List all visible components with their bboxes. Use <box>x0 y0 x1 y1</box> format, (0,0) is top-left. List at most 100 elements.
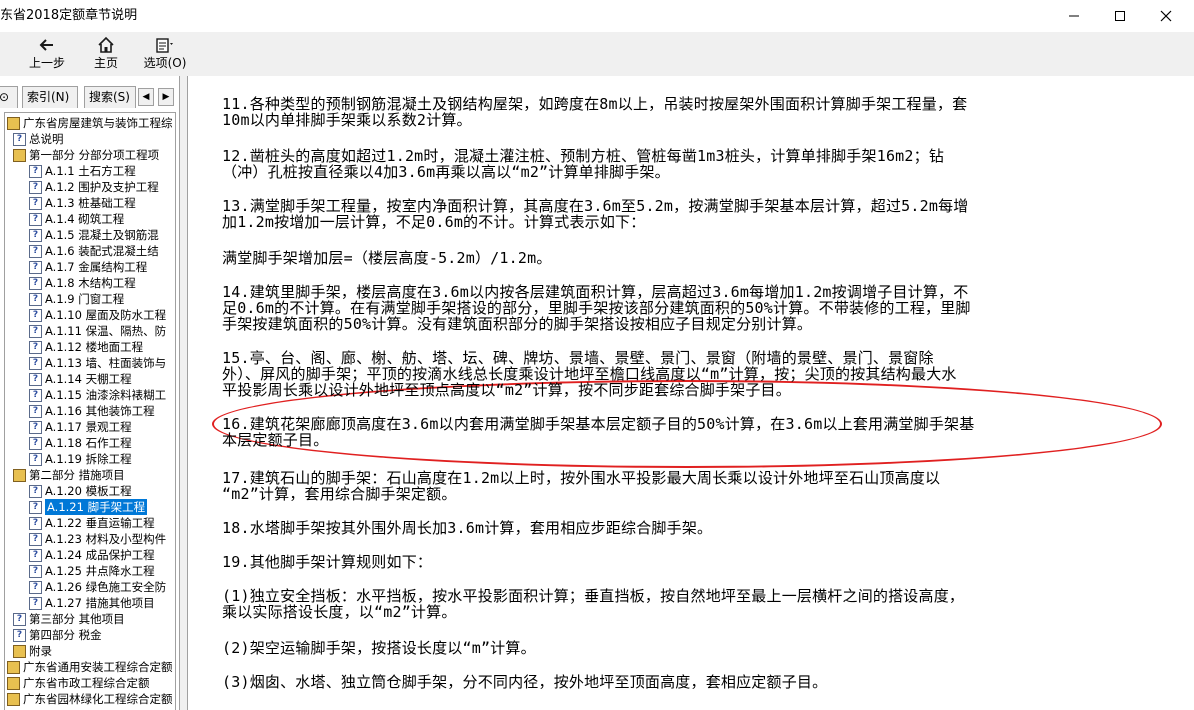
help-doc-icon: ? <box>29 404 42 418</box>
paragraph-line: (1)独立安全挡板：水平挡板，按水平投影面积计算；垂直挡板，按自然地坪至最上一层… <box>222 587 965 605</box>
tree-item[interactable]: ? A.1.12 楼地面工程 <box>29 339 143 355</box>
tree-item[interactable]: ? A.1.13 墙、柱面装饰与 <box>29 355 166 371</box>
tree-item[interactable]: 附录 <box>13 643 52 659</box>
tab-scroll-right-button[interactable]: ▶ <box>158 88 174 106</box>
tree-item[interactable]: ? A.1.21 脚手架工程 <box>29 499 148 515</box>
tree-item[interactable]: ? A.1.4 砌筑工程 <box>29 211 124 227</box>
back-button[interactable]: 上一步 <box>22 35 72 75</box>
tree-item[interactable]: ? A.1.27 措施其他项目 <box>29 595 155 611</box>
help-doc-icon: ? <box>13 612 26 626</box>
tab-search[interactable]: 搜索(S) <box>84 86 136 108</box>
tree-item[interactable]: ? A.1.26 绿色施工安全防 <box>29 579 166 595</box>
tree-item[interactable]: ? A.1.9 门窗工程 <box>29 291 124 307</box>
tree-item-label: A.1.25 井点降水工程 <box>45 564 155 578</box>
paragraph-line: 19.其他脚手架计算规则如下： <box>222 553 433 571</box>
tree-item-label: A.1.19 拆除工程 <box>45 452 132 466</box>
pane-splitter[interactable] <box>180 76 188 710</box>
minimize-button[interactable] <box>1051 0 1097 32</box>
back-label: 上一步 <box>28 56 65 70</box>
paragraph: 满堂脚手架增加层=（楼层高度-5.2m）/1.2m。 <box>222 250 1162 266</box>
tree-item[interactable]: ? A.1.23 材料及小型构件 <box>29 531 166 547</box>
tree-item[interactable]: 广东省园林绿化工程综合定额 <box>7 691 173 707</box>
tree-item[interactable]: ? A.1.16 其他装饰工程 <box>29 403 155 419</box>
book-icon <box>7 116 20 130</box>
help-doc-icon: ? <box>29 164 42 178</box>
paragraph: (1)独立安全挡板：水平挡板，按水平投影面积计算；垂直挡板，按自然地坪至最上一层… <box>222 588 1162 620</box>
paragraph-line: 外）、屏风的脚手架；平顶的按滴水线总长度乘设计地坪至檐口线高度以“m”计算，按；… <box>222 365 957 383</box>
tree-item[interactable]: ? A.1.2 围护及支护工程 <box>29 179 159 195</box>
tree-item[interactable]: ? A.1.8 木结构工程 <box>29 275 136 291</box>
paragraph: 16.建筑花架廊廊顶高度在3.6m以内套用满堂脚手架基本层定额子目的50%计算，… <box>222 416 1162 448</box>
book-icon <box>13 148 26 162</box>
tree-item[interactable]: ? A.1.25 井点降水工程 <box>29 563 155 579</box>
tree-item[interactable]: ? 总说明 <box>13 131 64 147</box>
paragraph: 15.亭、台、阁、廊、榭、舫、塔、坛、碑、牌坊、景墙、景壁、景门、景窗（附墙的景… <box>222 350 1162 398</box>
window-title: 东省2018定额章节说明 <box>0 8 138 23</box>
tree-item-label: A.1.17 景观工程 <box>45 420 132 434</box>
close-icon <box>1160 10 1172 22</box>
help-doc-icon: ? <box>29 196 42 210</box>
tree-item-label: A.1.9 门窗工程 <box>45 292 125 306</box>
tree-item-label: A.1.6 装配式混凝土结 <box>45 244 159 258</box>
help-doc-icon: ? <box>29 356 42 370</box>
paragraph-line: (3)烟囱、水塔、独立筒仓脚手架，分不同内径，按外地坪至顶面高度，套相应定额子目… <box>222 673 828 691</box>
help-doc-icon: ? <box>29 420 42 434</box>
tab-contents[interactable]: ⊙ <box>0 86 18 108</box>
tree-item[interactable]: 广东省房屋建筑与装饰工程综 <box>7 115 173 131</box>
help-doc-icon: ? <box>13 628 26 642</box>
paragraph-line: 11.各种类型的预制钢筋混凝土及钢结构屋架，如跨度在8m以上，吊装时按屋架外围面… <box>222 95 968 113</box>
tree-item[interactable]: ? A.1.15 油漆涂料裱糊工 <box>29 387 166 403</box>
tab-scroll-left-button[interactable]: ◀ <box>138 88 154 106</box>
tree-item[interactable]: ? A.1.17 景观工程 <box>29 419 132 435</box>
tree-item[interactable]: ? A.1.7 金属结构工程 <box>29 259 147 275</box>
tree-item-label: 第三部分 其他项目 <box>29 612 125 626</box>
paragraph: (3)烟囱、水塔、独立筒仓脚手架，分不同内径，按外地坪至顶面高度，套相应定额子目… <box>222 674 1162 690</box>
tree-item-label: 广东省房屋建筑与装饰工程综 <box>23 116 173 130</box>
tree-item[interactable]: ? A.1.5 混凝土及钢筋混 <box>29 227 159 243</box>
paragraph-line: 本层定额子目。 <box>222 431 329 449</box>
tree-item[interactable]: ? A.1.3 桩基础工程 <box>29 195 136 211</box>
maximize-button[interactable] <box>1097 0 1143 32</box>
help-doc-icon: ? <box>29 372 42 386</box>
tree-item[interactable]: ? A.1.24 成品保护工程 <box>29 547 155 563</box>
tree-item[interactable]: 广东省通用安装工程综合定额 <box>7 659 173 675</box>
paragraph-line: 10m以内单排脚手架乘以系数2计算。 <box>222 111 472 129</box>
tree-item[interactable]: ? A.1.6 装配式混凝土结 <box>29 243 159 259</box>
tree-item[interactable]: 广东省市政工程综合定额 <box>7 675 150 691</box>
help-doc-icon: ? <box>29 500 42 514</box>
tree-item-label: 附录 <box>29 644 52 658</box>
tree-item[interactable]: ? A.1.10 屋面及防水工程 <box>29 307 166 323</box>
help-doc-icon: ? <box>29 324 42 338</box>
tree-item[interactable]: ? A.1.19 拆除工程 <box>29 451 132 467</box>
paragraph: 17.建筑石山的脚手架：石山高度在1.2m以上时，按外围水平投影最大周长乘以设计… <box>222 470 1162 502</box>
paragraph: 13.满堂脚手架工程量，按室内净面积计算，其高度在3.6m至5.2m，按满堂脚手… <box>222 198 1162 230</box>
tree-item[interactable]: ? A.1.11 保温、隔热、防 <box>29 323 166 339</box>
tree-item[interactable]: 第二部分 措施项目 <box>13 467 125 483</box>
tree-item[interactable]: ? A.1.18 石作工程 <box>29 435 132 451</box>
tree-item[interactable]: ? A.1.20 模板工程 <box>29 483 132 499</box>
book-icon <box>13 644 26 658</box>
tree-item[interactable]: ? 第三部分 其他项目 <box>13 611 125 627</box>
minimize-icon <box>1069 15 1079 17</box>
options-button[interactable]: 选项(O) <box>138 35 192 75</box>
tree-item-label: A.1.26 绿色施工安全防 <box>45 580 167 594</box>
close-button[interactable] <box>1143 0 1189 32</box>
book-icon <box>7 676 20 690</box>
help-doc-icon: ? <box>29 564 42 578</box>
help-doc-icon: ? <box>13 132 26 146</box>
tree-item[interactable]: 第一部分 分部分项工程项 <box>13 147 159 163</box>
help-doc-icon: ? <box>29 212 42 226</box>
tree-item[interactable]: ? 第四部分 税金 <box>13 627 102 643</box>
navigation-pane: ⊙ 索引(N) 搜索(S) ◀ ▶ 广东省房屋建筑与装饰工程综? 总说明 第一部分 … <box>0 76 180 710</box>
help-doc-icon: ? <box>29 484 42 498</box>
home-button[interactable]: 主页 <box>86 35 126 75</box>
tree-item-label: A.1.15 油漆涂料裱糊工 <box>45 388 167 402</box>
help-doc-icon: ? <box>29 436 42 450</box>
tab-index[interactable]: 索引(N) <box>22 86 78 108</box>
options-label: 选项(O) <box>143 56 187 70</box>
book-icon <box>7 692 20 706</box>
tree-item-label: A.1.5 混凝土及钢筋混 <box>45 228 159 242</box>
tree-item[interactable]: ? A.1.1 土石方工程 <box>29 163 136 179</box>
tree-item[interactable]: ? A.1.22 垂直运输工程 <box>29 515 155 531</box>
tree-item[interactable]: ? A.1.14 天棚工程 <box>29 371 132 387</box>
